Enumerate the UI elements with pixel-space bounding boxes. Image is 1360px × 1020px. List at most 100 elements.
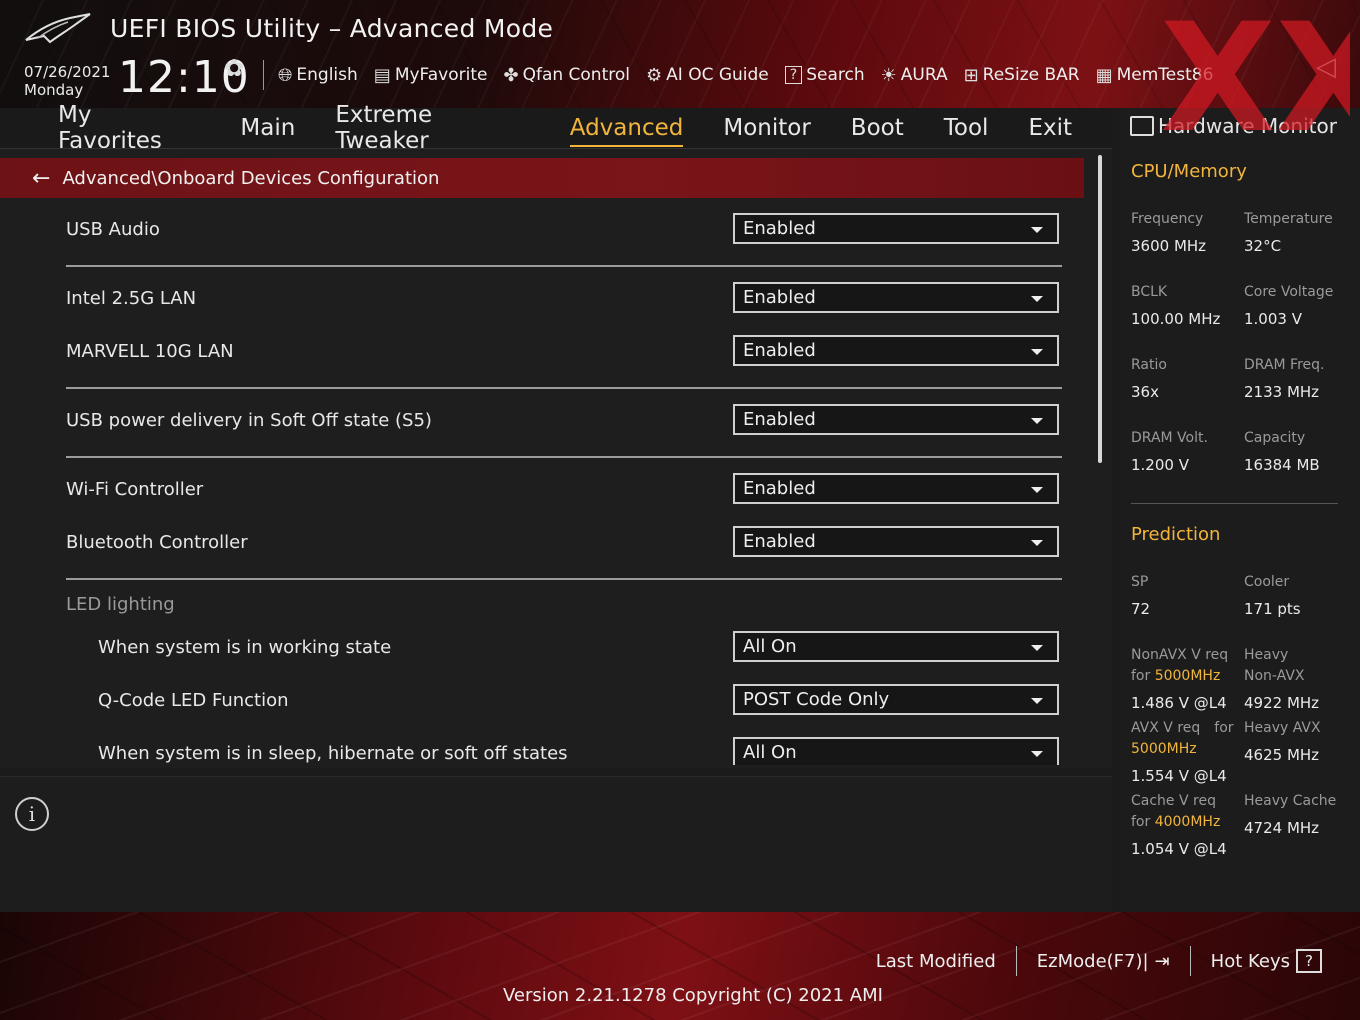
setting-label: Bluetooth Controller	[66, 531, 248, 553]
ezmode-button[interactable]: EzMode(F7)| ⇥	[1017, 951, 1190, 972]
settings-panel: ← Advanced\Onboard Devices Configuration…	[0, 148, 1112, 768]
header-divider	[263, 60, 264, 90]
setting-row-usb-audio[interactable]: USB Audio Enabled	[66, 212, 1062, 246]
back-arrow-icon[interactable]: ←	[32, 166, 50, 191]
cache-vreq-label: Cache V req for 4000MHz	[1131, 791, 1220, 833]
header-bar: UEFI BIOS Utility – Advanced Mode 07/26/…	[0, 0, 1360, 108]
temperature-label: Temperature	[1244, 211, 1333, 227]
version-text: Version 2.21.1278 Copyright (C) 2021 AMI	[503, 985, 883, 1006]
breadcrumb[interactable]: ← Advanced\Onboard Devices Configuration	[0, 158, 1084, 198]
cache-v-value: 1.054 V @L4	[1131, 840, 1227, 858]
group-label: LED lighting	[66, 593, 175, 615]
fan-icon: ✤	[503, 64, 519, 86]
language-label: English	[296, 65, 358, 85]
select-value: Enabled	[743, 340, 816, 361]
main-nav: My Favorites Main Extreme Tweaker Advanc…	[0, 102, 1112, 154]
setting-label: Intel 2.5G LAN	[66, 287, 197, 309]
last-modified-label: Last Modified	[875, 950, 996, 972]
setting-row-wifi[interactable]: Wi-Fi Controller Enabled	[66, 472, 1062, 506]
tab-boot[interactable]: Boot	[851, 115, 904, 141]
ai-chip-icon: ⚙	[646, 64, 663, 86]
usb-audio-select[interactable]: Enabled	[733, 213, 1059, 244]
favorites-icon: ▤	[373, 64, 391, 86]
brand-watermark-text: XX	[1160, 14, 1350, 139]
myfavorite-label: MyFavorite	[394, 65, 488, 85]
memory-icon: ▦	[1095, 64, 1113, 86]
cooler-label: Cooler	[1244, 574, 1290, 590]
gear-icon[interactable]: ✿	[224, 54, 244, 82]
tab-advanced[interactable]: Advanced	[569, 115, 683, 147]
nonavx-label-line1: NonAVX V req	[1131, 647, 1229, 663]
setting-row-marvell-lan[interactable]: MARVELL 10G LAN Enabled	[66, 334, 1062, 368]
select-value: All On	[743, 742, 797, 763]
setting-label: USB Audio	[66, 218, 160, 240]
setting-row-intel-lan[interactable]: Intel 2.5G LAN Enabled	[66, 281, 1062, 315]
question-box-icon: ?	[784, 66, 803, 84]
chevron-down-icon	[1031, 698, 1043, 704]
avx-label-line1: AVX V req for	[1131, 718, 1234, 739]
led-working-select[interactable]: All On	[733, 631, 1059, 662]
exit-to-ezmode-icon: ⇥	[1154, 950, 1170, 972]
tab-my-favorites[interactable]: My Favorites	[58, 102, 200, 154]
setting-row-bluetooth[interactable]: Bluetooth Controller Enabled	[66, 525, 1062, 559]
setting-row-usb-power-s5[interactable]: USB power delivery in Soft Off state (S5…	[66, 403, 1062, 437]
marvell-lan-select[interactable]: Enabled	[733, 335, 1059, 366]
day-text: Monday	[24, 81, 84, 99]
tab-extreme-tweaker[interactable]: Extreme Tweaker	[335, 102, 529, 154]
qcode-led-select[interactable]: POST Code Only	[733, 684, 1059, 715]
heavy-cache-value: 4724 MHz	[1244, 819, 1320, 837]
toolbar: 🌐︎ English ▤ MyFavorite ✤ Qfan Control ⚙…	[278, 62, 1213, 88]
search-label: Search	[806, 65, 865, 85]
question-icon: ?	[1296, 949, 1322, 973]
language-button[interactable]: 🌐︎ English	[278, 65, 358, 86]
wifi-select[interactable]: Enabled	[733, 473, 1059, 504]
chevron-down-icon	[1031, 540, 1043, 546]
nonavx-vreq-label: NonAVX V req for 5000MHz	[1131, 645, 1228, 687]
last-modified-button[interactable]: Last Modified	[856, 951, 1016, 972]
heavy-cache-label: Heavy Cache	[1244, 793, 1337, 809]
avx-v-value: 1.554 V @L4	[1131, 767, 1227, 785]
temperature-value: 32°C	[1244, 237, 1282, 255]
led-sleep-select[interactable]: All On	[733, 737, 1059, 765]
chevron-down-icon	[1031, 227, 1043, 233]
hot-keys-button[interactable]: Hot Keys ?	[1191, 949, 1342, 973]
cache-label-line1: Cache V req	[1131, 793, 1216, 809]
date-display: 07/26/2021 Monday	[24, 63, 110, 99]
select-value: Enabled	[743, 531, 816, 552]
qfan-control-button[interactable]: ✤ Qfan Control	[503, 65, 630, 86]
usb-power-s5-select[interactable]: Enabled	[733, 404, 1059, 435]
settings-scrollbar[interactable]	[1098, 155, 1102, 463]
ai-oc-guide-button[interactable]: ⚙ AI OC Guide	[646, 65, 769, 86]
myfavorite-button[interactable]: ▤ MyFavorite	[374, 65, 488, 86]
select-value: Enabled	[743, 287, 816, 308]
hardware-monitor-panel: Hardware Monitor CPU/Memory Frequency 36…	[1120, 108, 1360, 912]
resize-bar-label: ReSize BAR	[982, 65, 1080, 85]
breadcrumb-path: Advanced\Onboard Devices Configuration	[62, 167, 440, 189]
tab-monitor[interactable]: Monitor	[723, 115, 810, 141]
select-value: Enabled	[743, 409, 816, 430]
chevron-down-icon	[1031, 296, 1043, 302]
setting-row-led-sleep[interactable]: When system is in sleep, hibernate or so…	[66, 736, 1062, 765]
bclk-label: BCLK	[1131, 284, 1168, 300]
heavy-avx-value: 4625 MHz	[1244, 746, 1320, 764]
select-value: Enabled	[743, 218, 816, 239]
cache-freq: 4000MHz	[1154, 814, 1221, 830]
aura-button[interactable]: ☀︎ AURA	[881, 65, 948, 86]
resize-bar-button[interactable]: ⊞ ReSize BAR	[964, 65, 1080, 86]
tab-tool[interactable]: Tool	[944, 115, 989, 141]
setting-label: MARVELL 10G LAN	[66, 340, 234, 362]
tab-main[interactable]: Main	[240, 115, 295, 141]
bclk-value: 100.00 MHz	[1131, 310, 1221, 328]
setting-label: When system is in sleep, hibernate or so…	[98, 742, 568, 764]
dram-freq-value: 2133 MHz	[1244, 383, 1320, 401]
prediction-heading: Prediction	[1131, 524, 1221, 545]
avx-for: for	[1214, 720, 1234, 736]
heavy-nonavx-value: 4922 MHz	[1244, 694, 1320, 712]
search-button[interactable]: ? Search	[784, 65, 865, 85]
bluetooth-select[interactable]: Enabled	[733, 526, 1059, 557]
brand-watermark: XX	[1160, 14, 1350, 139]
setting-row-qcode-led[interactable]: Q-Code LED Function POST Code Only	[66, 683, 1062, 717]
setting-row-led-working[interactable]: When system is in working state All On	[66, 630, 1062, 664]
tab-exit[interactable]: Exit	[1028, 115, 1072, 141]
intel-lan-select[interactable]: Enabled	[733, 282, 1059, 313]
